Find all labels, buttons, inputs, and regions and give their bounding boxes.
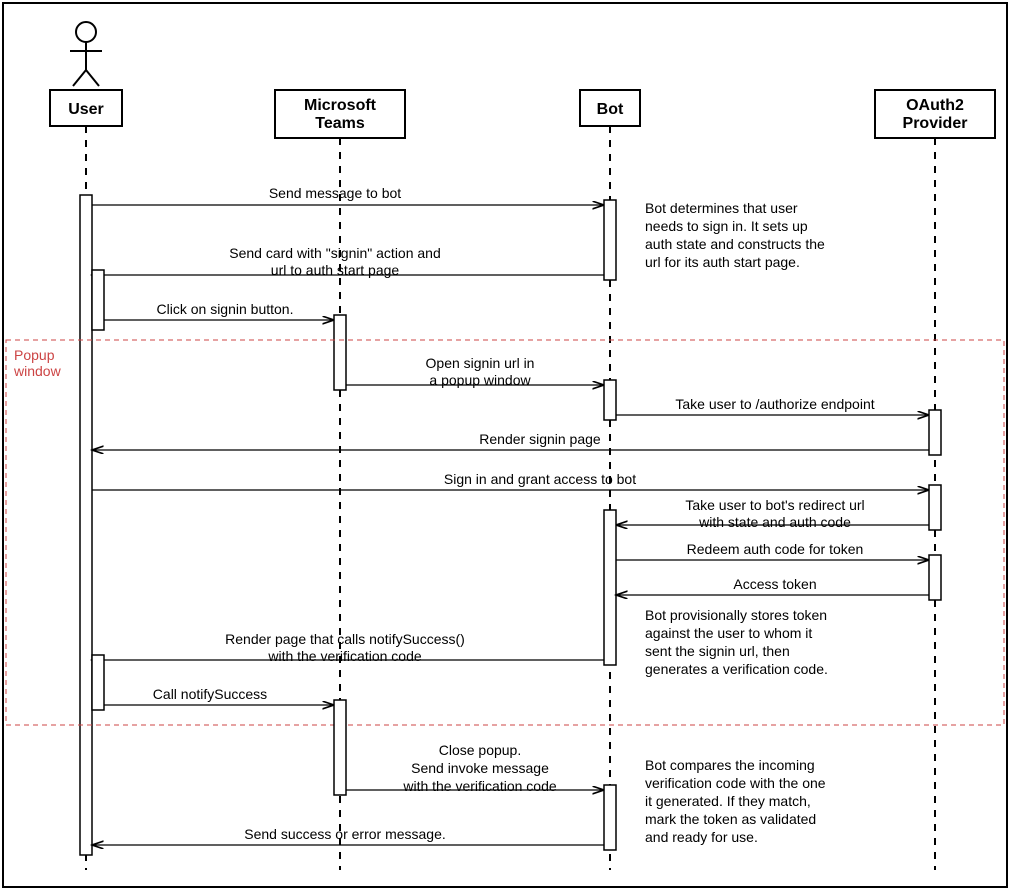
activation-teams-2 bbox=[334, 700, 346, 795]
participant-teams-label-1: Microsoft bbox=[304, 97, 377, 114]
note-3-line-5: and ready for use. bbox=[645, 829, 758, 845]
note-3-line-3: it generated. If they match, bbox=[645, 793, 811, 809]
msg-close-popup-label-2: Send invoke message bbox=[411, 760, 549, 776]
msg-open-popup-label-1: Open signin url in bbox=[426, 355, 535, 371]
participant-oauth-label-1: OAuth2 bbox=[906, 97, 964, 114]
msg-click-signin-label: Click on signin button. bbox=[157, 301, 294, 317]
msg-success-error-label: Send success or error message. bbox=[244, 826, 446, 842]
note-3-line-4: mark the token as validated bbox=[645, 811, 816, 827]
participant-oauth-label-2: Provider bbox=[903, 115, 968, 132]
activation-bot-3 bbox=[604, 510, 616, 665]
msg-render-signin-label: Render signin page bbox=[479, 431, 601, 447]
note-3-line-2: verification code with the one bbox=[645, 775, 826, 791]
msg-close-popup-label-3: with the verification code bbox=[402, 778, 557, 794]
msg-send-card-label-2: url to auth start page bbox=[271, 262, 400, 278]
activation-bot-1 bbox=[604, 200, 616, 280]
activation-oauth-3 bbox=[929, 555, 941, 600]
note-1-line-2: needs to sign in. It sets up bbox=[645, 218, 808, 234]
msg-redirect-label-1: Take user to bot's redirect url bbox=[685, 497, 864, 513]
activation-bot-2 bbox=[604, 380, 616, 420]
note-2-line-3: sent the signin url, then bbox=[645, 643, 790, 659]
msg-notifysuccess-page-label-2: with the verification code bbox=[267, 648, 422, 664]
msg-notifysuccess-page-label-1: Render page that calls notifySuccess() bbox=[225, 631, 465, 647]
activation-teams-1 bbox=[334, 315, 346, 390]
note-2-line-1: Bot provisionally stores token bbox=[645, 607, 827, 623]
activation-oauth-2 bbox=[929, 485, 941, 530]
msg-call-notifysuccess-label: Call notifySuccess bbox=[153, 686, 267, 702]
msg-access-token-label: Access token bbox=[733, 576, 816, 592]
msg-authorize-label: Take user to /authorize endpoint bbox=[675, 396, 874, 412]
msg-signin-grant-label: Sign in and grant access to bot bbox=[444, 471, 636, 487]
activation-user-3 bbox=[92, 655, 104, 710]
msg-send-to-bot-label: Send message to bot bbox=[269, 185, 401, 201]
activation-bot-4 bbox=[604, 785, 616, 850]
msg-open-popup-label-2: a popup window bbox=[429, 372, 531, 388]
msg-close-popup-label-1: Close popup. bbox=[439, 742, 522, 758]
participant-teams-label-2: Teams bbox=[315, 115, 365, 132]
note-2-line-4: generates a verification code. bbox=[645, 661, 828, 677]
popup-window-label-1: Popup bbox=[14, 347, 55, 363]
note-1-line-1: Bot determines that user bbox=[645, 200, 798, 216]
participant-bot-label: Bot bbox=[597, 101, 624, 118]
note-3-line-1: Bot compares the incoming bbox=[645, 757, 815, 773]
participant-user-label: User bbox=[68, 101, 104, 118]
activation-user-2 bbox=[92, 270, 104, 330]
msg-redeem-code-label: Redeem auth code for token bbox=[687, 541, 864, 557]
msg-redirect-label-2: with state and auth code bbox=[698, 514, 851, 530]
note-1-line-4: url for its auth start page. bbox=[645, 254, 800, 270]
activation-oauth-1 bbox=[929, 410, 941, 455]
msg-send-card-label-1: Send card with "signin" action and bbox=[229, 245, 441, 261]
note-1-line-3: auth state and constructs the bbox=[645, 236, 825, 252]
popup-window-label-2: window bbox=[13, 363, 62, 379]
activation-user bbox=[80, 195, 92, 855]
note-2-line-2: against the user to whom it bbox=[645, 625, 812, 641]
sequence-diagram: User Microsoft Teams Bot OAuth2 Provider… bbox=[0, 0, 1010, 890]
